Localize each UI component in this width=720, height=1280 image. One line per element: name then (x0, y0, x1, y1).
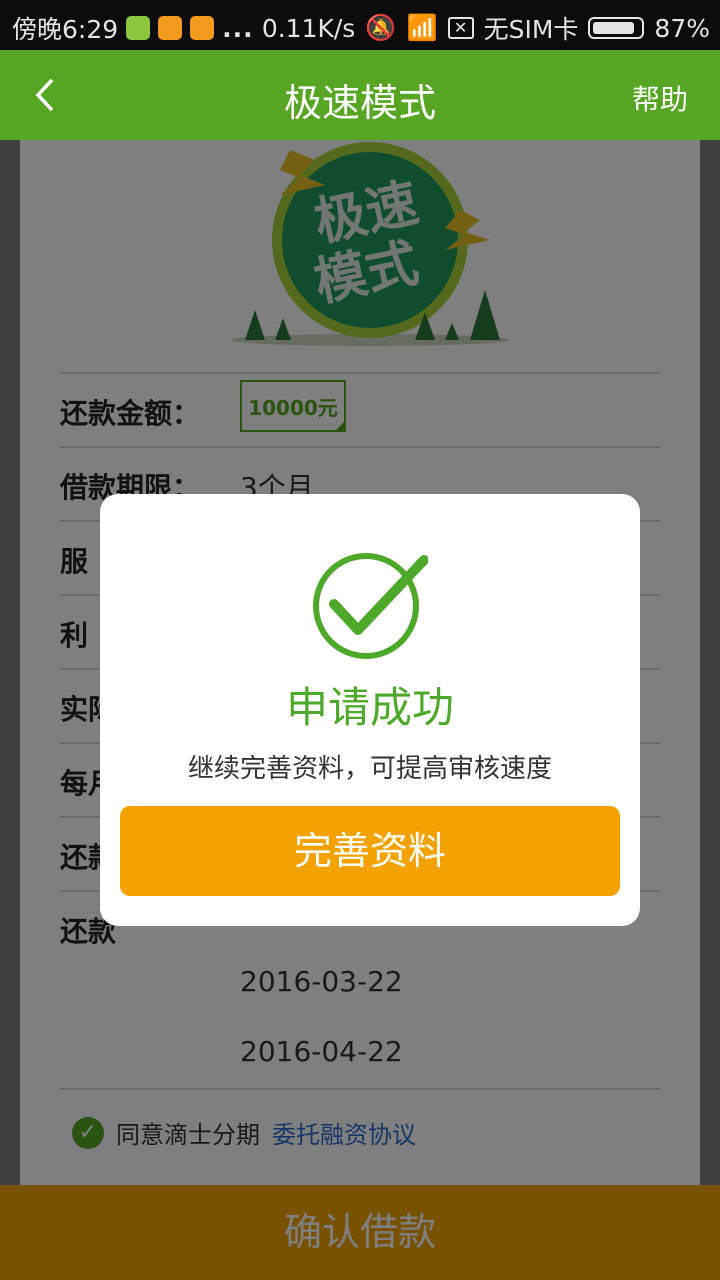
status-bar: 傍晚6:29 ... 0.11K/s 🔕 📶 ✕ 无SIM卡 87% (0, 0, 720, 50)
page-title: 极速模式 (283, 81, 436, 125)
dialog-subtitle: 继续完善资料，可提高审核速度 (187, 754, 552, 784)
network-speed: 0.11K/s (261, 13, 356, 43)
status-time: 傍晚6:29 (12, 15, 119, 44)
success-check-icon (313, 553, 428, 659)
app-header: 极速模式 帮助 (0, 50, 720, 140)
squirrel-app-icon (158, 16, 183, 40)
more-notifications: ... (222, 13, 254, 43)
squirrel-app-icon-2 (190, 16, 215, 40)
help-button[interactable]: 帮助 (632, 78, 688, 118)
complete-profile-button[interactable]: 完善资料 (120, 806, 620, 896)
dialog-title: 申请成功 (285, 683, 454, 732)
battery-icon (588, 17, 645, 39)
success-dialog: 申请成功 继续完善资料，可提高审核速度 完善资料 (100, 494, 640, 926)
mute-icon: 🔕 (365, 13, 397, 42)
no-sim-icon: ✕ (447, 17, 474, 39)
shield-app-icon (126, 16, 151, 40)
battery-level: 87% (654, 13, 710, 43)
wifi-icon: 📶 (406, 13, 438, 42)
sim-status: 无SIM卡 (483, 15, 579, 44)
